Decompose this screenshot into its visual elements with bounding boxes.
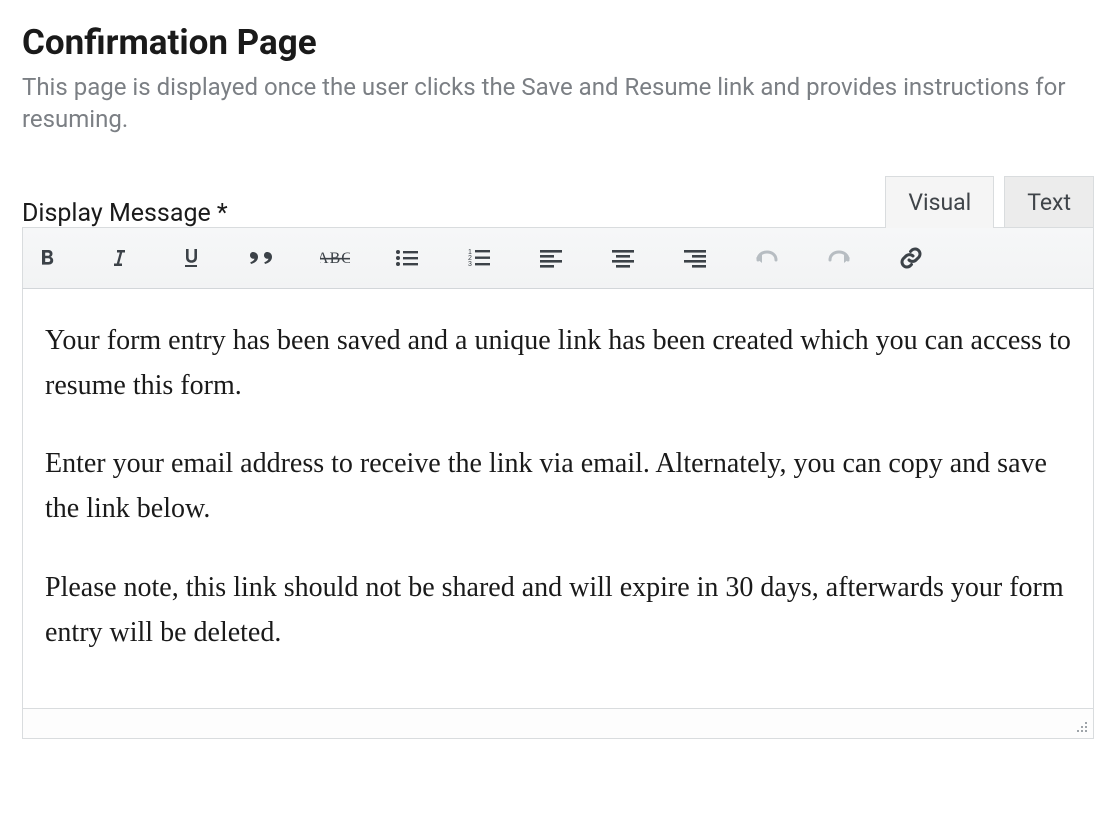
align-left-button[interactable] — [535, 242, 567, 274]
editor-tabs: Visual Text — [885, 176, 1094, 228]
editor-paragraph: Your form entry has been saved and a uni… — [45, 319, 1071, 409]
resize-handle-icon[interactable] — [1075, 720, 1089, 734]
editor-paragraph: Please note, this link should not be sha… — [45, 566, 1071, 656]
editor-toolbar: ABC 123 — [22, 227, 1094, 289]
page-title: Confirmation Page — [22, 22, 1094, 63]
align-right-button[interactable] — [679, 242, 711, 274]
italic-button[interactable] — [103, 242, 135, 274]
redo-button[interactable] — [823, 242, 855, 274]
display-message-label: Display Message * — [22, 199, 228, 228]
align-center-button[interactable] — [607, 242, 639, 274]
tab-text[interactable]: Text — [1004, 176, 1094, 228]
editor-content[interactable]: Your form entry has been saved and a uni… — [22, 289, 1094, 709]
link-button[interactable] — [895, 242, 927, 274]
bold-button[interactable] — [31, 242, 63, 274]
underline-button[interactable] — [175, 242, 207, 274]
blockquote-button[interactable] — [247, 242, 279, 274]
bulleted-list-button[interactable] — [391, 242, 423, 274]
tab-visual[interactable]: Visual — [885, 176, 994, 228]
editor-paragraph: Enter your email address to receive the … — [45, 442, 1071, 532]
svg-text:ABC: ABC — [320, 250, 350, 267]
svg-text:3: 3 — [468, 261, 472, 268]
strikethrough-button[interactable]: ABC — [319, 242, 351, 274]
page-subtitle: This page is displayed once the user cli… — [22, 71, 1094, 136]
numbered-list-button[interactable]: 123 — [463, 242, 495, 274]
editor-status-bar — [22, 709, 1094, 739]
undo-button[interactable] — [751, 242, 783, 274]
